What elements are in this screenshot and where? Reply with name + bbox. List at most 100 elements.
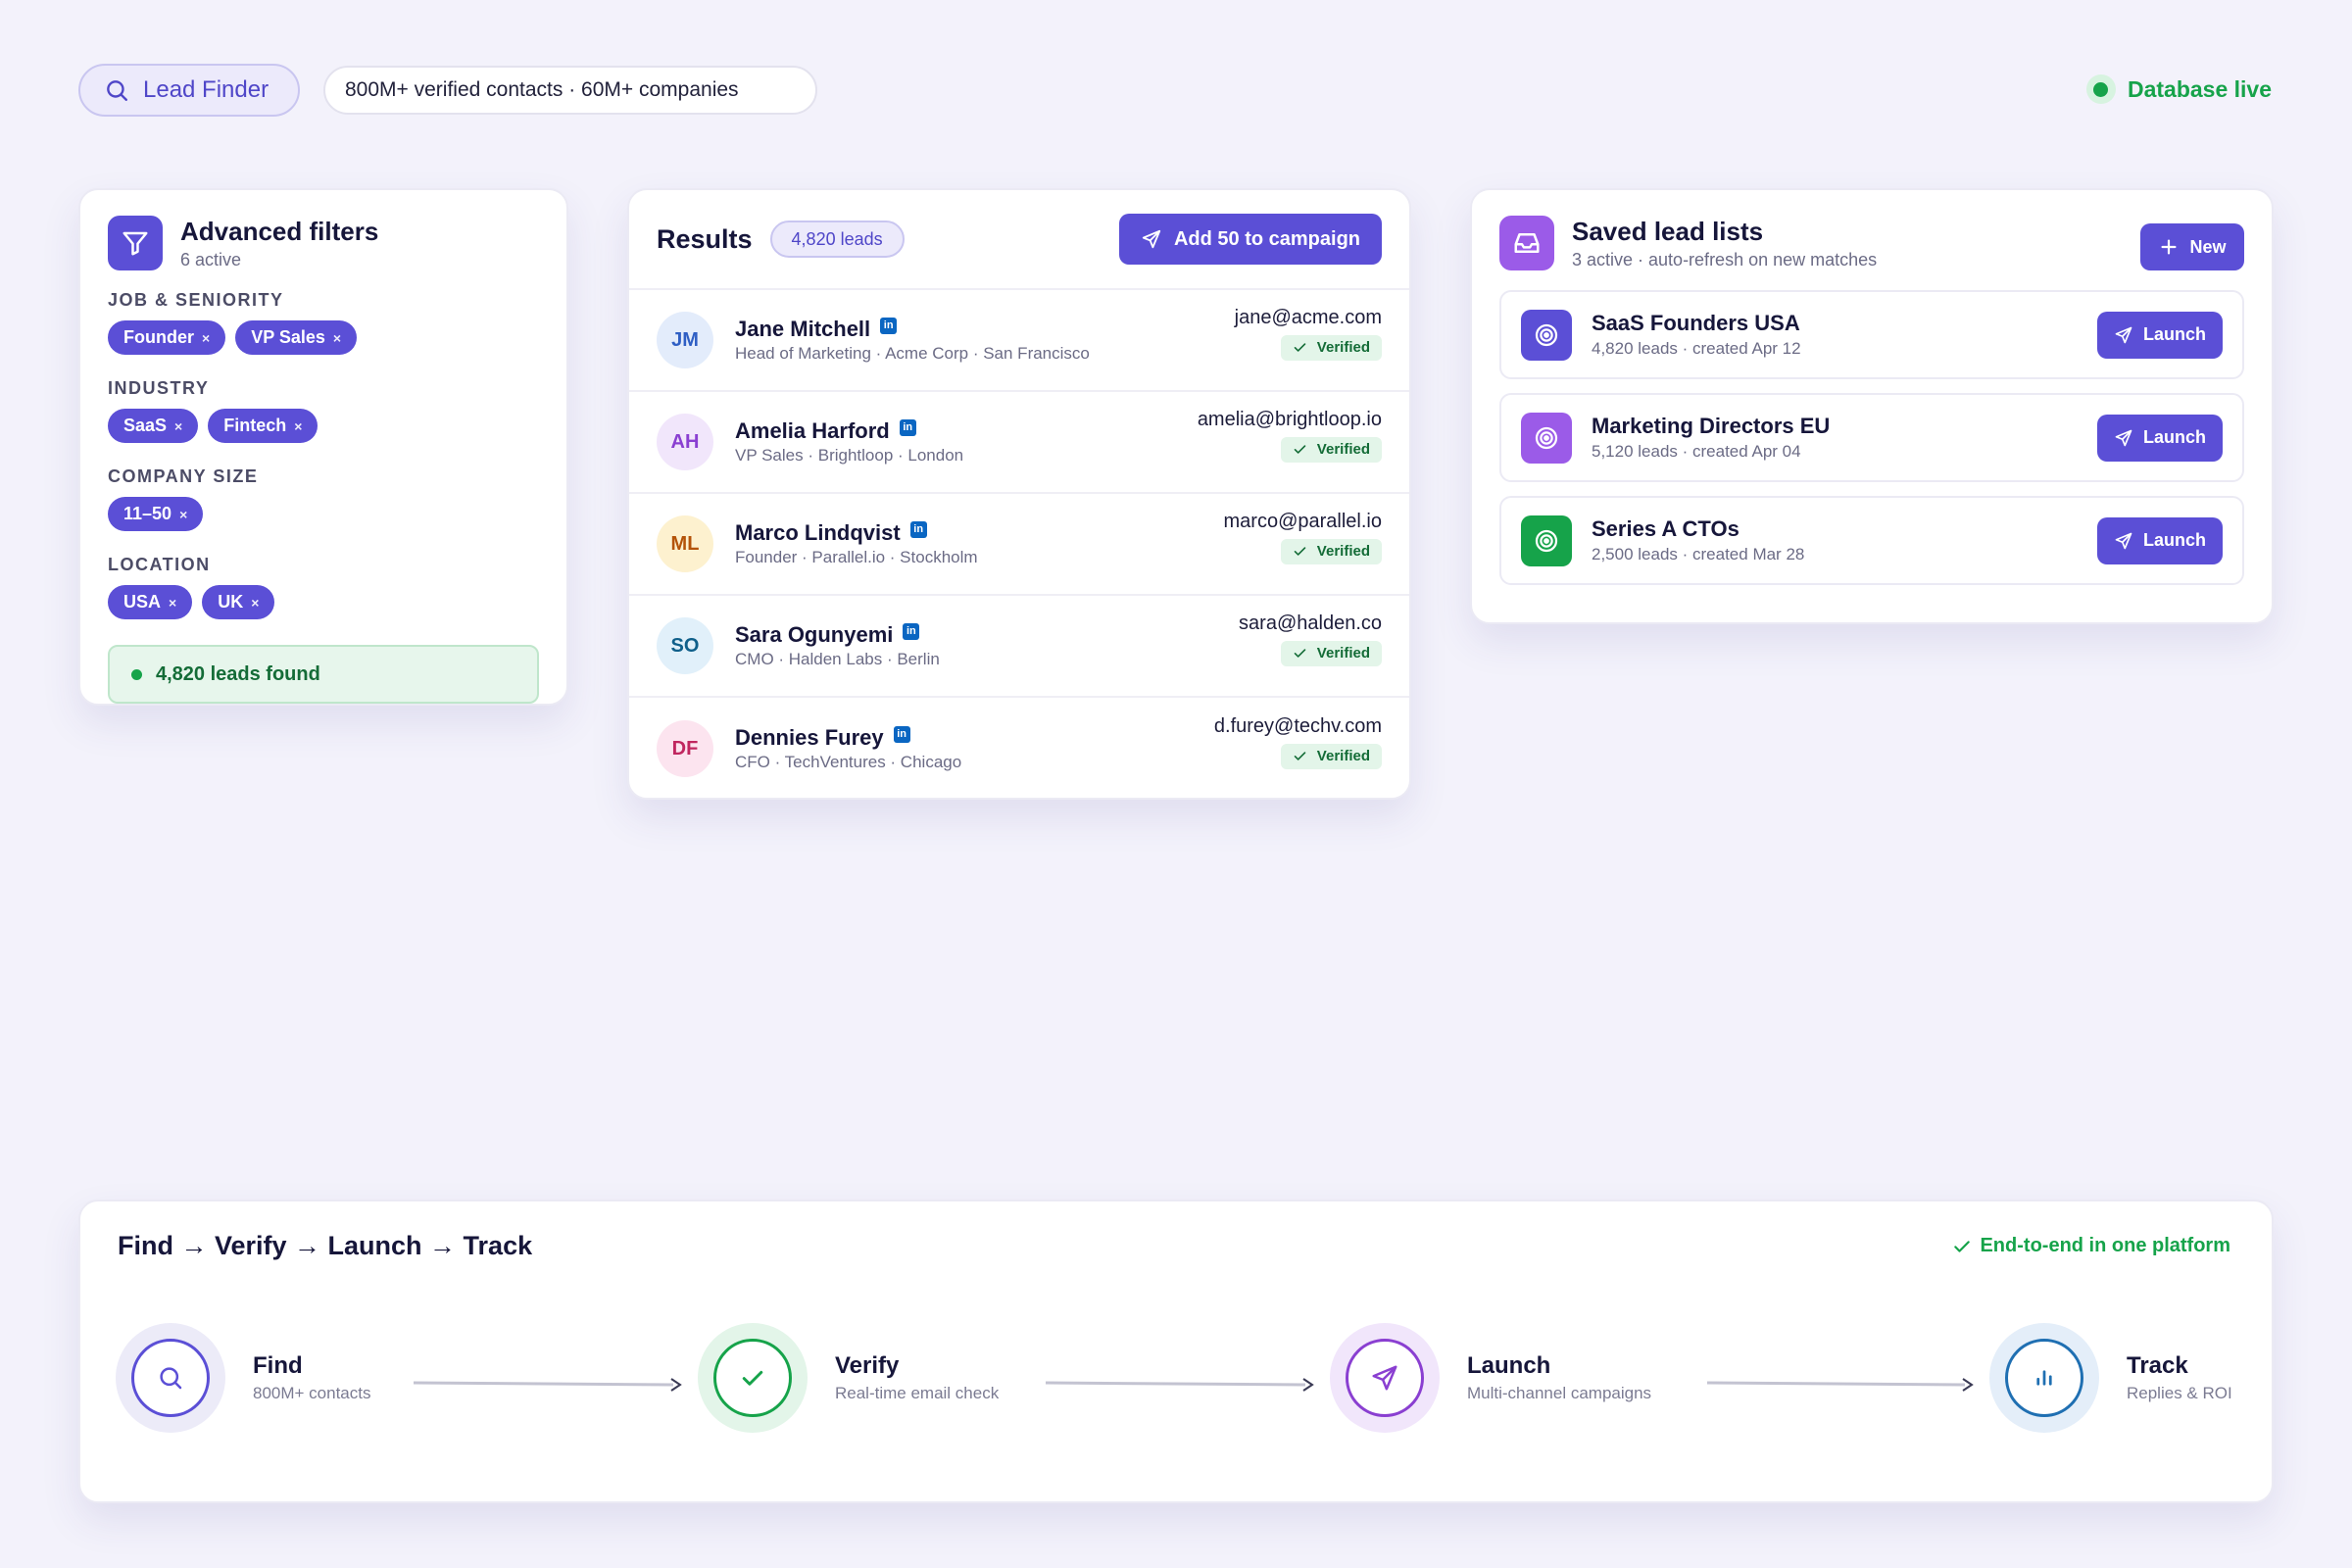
filter-chip-label: UK [218,592,244,612]
lead-email[interactable]: marco@parallel.io [1224,511,1382,533]
step-name: Track [2127,1352,2188,1379]
lead-name: Marco Lindqvist in [735,520,978,546]
remove-icon[interactable]: × [169,595,176,611]
database-stats: 800M+ verified contacts · 60M+ companies [323,66,817,115]
launch-button[interactable]: Launch [2097,516,2223,564]
workflow-badge-text: End-to-end in one platform [1980,1235,2230,1256]
verified-badge: Verified [1280,743,1382,769]
list-details: 5,120 leads · created Apr 04 [1592,442,1801,461]
lead-contact: marco@parallel.io Verified [1224,511,1382,564]
filter-group-label: COMPANY SIZE [108,466,259,486]
linkedin-icon[interactable]: in [903,622,920,640]
status-dot-icon [2085,74,2116,104]
saved-header: Saved lead lists 3 active · auto-refresh… [1499,216,2244,270]
results-header: Results 4,820 leads Add 50 to campaign [629,190,1409,290]
results-title: Results [657,223,753,254]
check-icon [1293,646,1307,661]
remove-icon[interactable]: × [179,507,187,522]
lead-name: Sara Ogunyemi in [735,622,940,648]
filter-chip-label: VP Sales [251,327,325,347]
launch-label: Launch [2142,530,2206,550]
results-list: JM Jane Mitchell in Head of Marketing · Acm… [629,290,1409,798]
filter-chip-label: USA [123,592,162,612]
table-row[interactable]: DF Dennies Furey in CFO · TechVentures · Ch… [629,698,1409,798]
leads-found-banner: 4,820 leads found [108,645,539,704]
table-row[interactable]: JM Jane Mitchell in Head of Marketing · Acm… [629,290,1409,392]
filter-chip[interactable]: VP Sales × [235,320,358,355]
step-text: Track Replies & ROI [2127,1352,2232,1403]
list-item[interactable]: Marketing Directors EU 5,120 leads · crea… [1499,393,2244,482]
lead-contact: amelia@brightloop.io Verified [1198,409,1382,463]
list-details: 4,820 leads · created Apr 12 [1592,339,1801,358]
lead-email[interactable]: sara@halden.co [1239,612,1382,635]
remove-icon[interactable]: × [174,418,182,434]
list-item[interactable]: Series A CTOs 2,500 leads · created Mar 2… [1499,496,2244,585]
check-icon [713,1339,792,1417]
lead-finder-pill[interactable]: Lead Finder [78,64,300,117]
arrow-right-icon [1046,1376,1315,1394]
send-icon [1142,229,1161,249]
filter-chip-label: SaaS [123,416,168,435]
new-list-button[interactable]: New [2140,223,2244,270]
step-ring [116,1323,225,1433]
plus-icon [2161,239,2178,255]
filter-chip[interactable]: SaaS × [108,409,199,443]
leads-found-text: 4,820 leads found [156,662,320,685]
list-name: Marketing Directors EU [1592,414,1831,438]
verified-label: Verified [1316,441,1370,458]
avatar: SO [657,617,713,674]
results-card: Results 4,820 leads Add 50 to campaign J… [627,188,1411,800]
filter-chip[interactable]: Founder × [108,320,226,355]
lead-email[interactable]: jane@acme.com [1235,307,1382,329]
launch-button[interactable]: Launch [2097,414,2223,462]
verified-label: Verified [1316,645,1370,662]
table-row[interactable]: ML Marco Lindqvist in Founder · Parallel.io… [629,494,1409,596]
table-row[interactable]: SO Sara Ogunyemi in CMO · Halden Labs · Ber… [629,596,1409,698]
remove-icon[interactable]: × [333,330,341,346]
filter-chip-group: Founder × VP Sales × [108,320,539,355]
lead-name-text: Sara Ogunyemi [735,622,894,647]
linkedin-icon[interactable]: in [899,418,916,436]
filter-chip[interactable]: UK × [202,585,275,619]
check-icon [1293,544,1307,559]
filter-group-label: INDUSTRY [108,378,210,398]
filter-icon [108,216,163,270]
list-item[interactable]: SaaS Founders USA 4,820 leads · created A… [1499,290,2244,379]
inbox-icon [1499,216,1554,270]
avatar: JM [657,312,713,368]
workflow-step: Launch Multi-channel campaigns [1330,1323,1651,1433]
step-description: Replies & ROI [2127,1384,2232,1402]
filter-chip[interactable]: 11–50 × [108,497,204,531]
table-row[interactable]: AH Amelia Harford in VP Sales · Brightloop … [629,392,1409,494]
lead-details: VP Sales · Brightloop · London [735,446,964,465]
add-to-campaign-button[interactable]: Add 50 to campaign [1119,214,1382,265]
verified-badge: Verified [1280,538,1382,564]
filter-chip-label: Fintech [223,416,287,435]
saved-title: Saved lead lists [1572,216,1764,246]
linkedin-icon[interactable]: in [880,317,898,334]
linkedin-icon[interactable]: in [893,725,910,743]
lead-email[interactable]: amelia@brightloop.io [1198,409,1382,431]
step-ring [1989,1323,2099,1433]
search-icon [107,80,127,101]
database-status: Database live [2085,74,2272,104]
send-icon [2114,325,2133,345]
check-icon [1293,749,1307,763]
workflow-step: Track Replies & ROI [1989,1323,2232,1433]
remove-icon[interactable]: × [251,595,259,611]
lead-email[interactable]: d.furey@techv.com [1214,715,1382,738]
saved-subtitle: 3 active · auto-refresh on new matches [1572,249,1878,270]
verified-badge: Verified [1280,334,1382,361]
advanced-filters-card: Advanced filters 6 active JOB & SENIORIT… [78,188,568,706]
launch-button[interactable]: Launch [2097,311,2223,359]
remove-icon[interactable]: × [202,330,210,346]
linkedin-icon[interactable]: in [909,520,927,538]
filter-chip[interactable]: Fintech × [208,409,318,443]
results-count-badge: 4,820 leads [769,220,905,258]
lead-info: Amelia Harford in VP Sales · Brightloop · … [735,418,963,466]
list-info: Marketing Directors EU 5,120 leads · crea… [1592,414,1830,462]
workflow-badge: End-to-end in one platform [1952,1235,2230,1257]
filter-chip[interactable]: USA × [108,585,193,619]
remove-icon[interactable]: × [294,418,302,434]
lead-info: Dennies Furey in CFO · TechVentures · Chic… [735,725,961,772]
